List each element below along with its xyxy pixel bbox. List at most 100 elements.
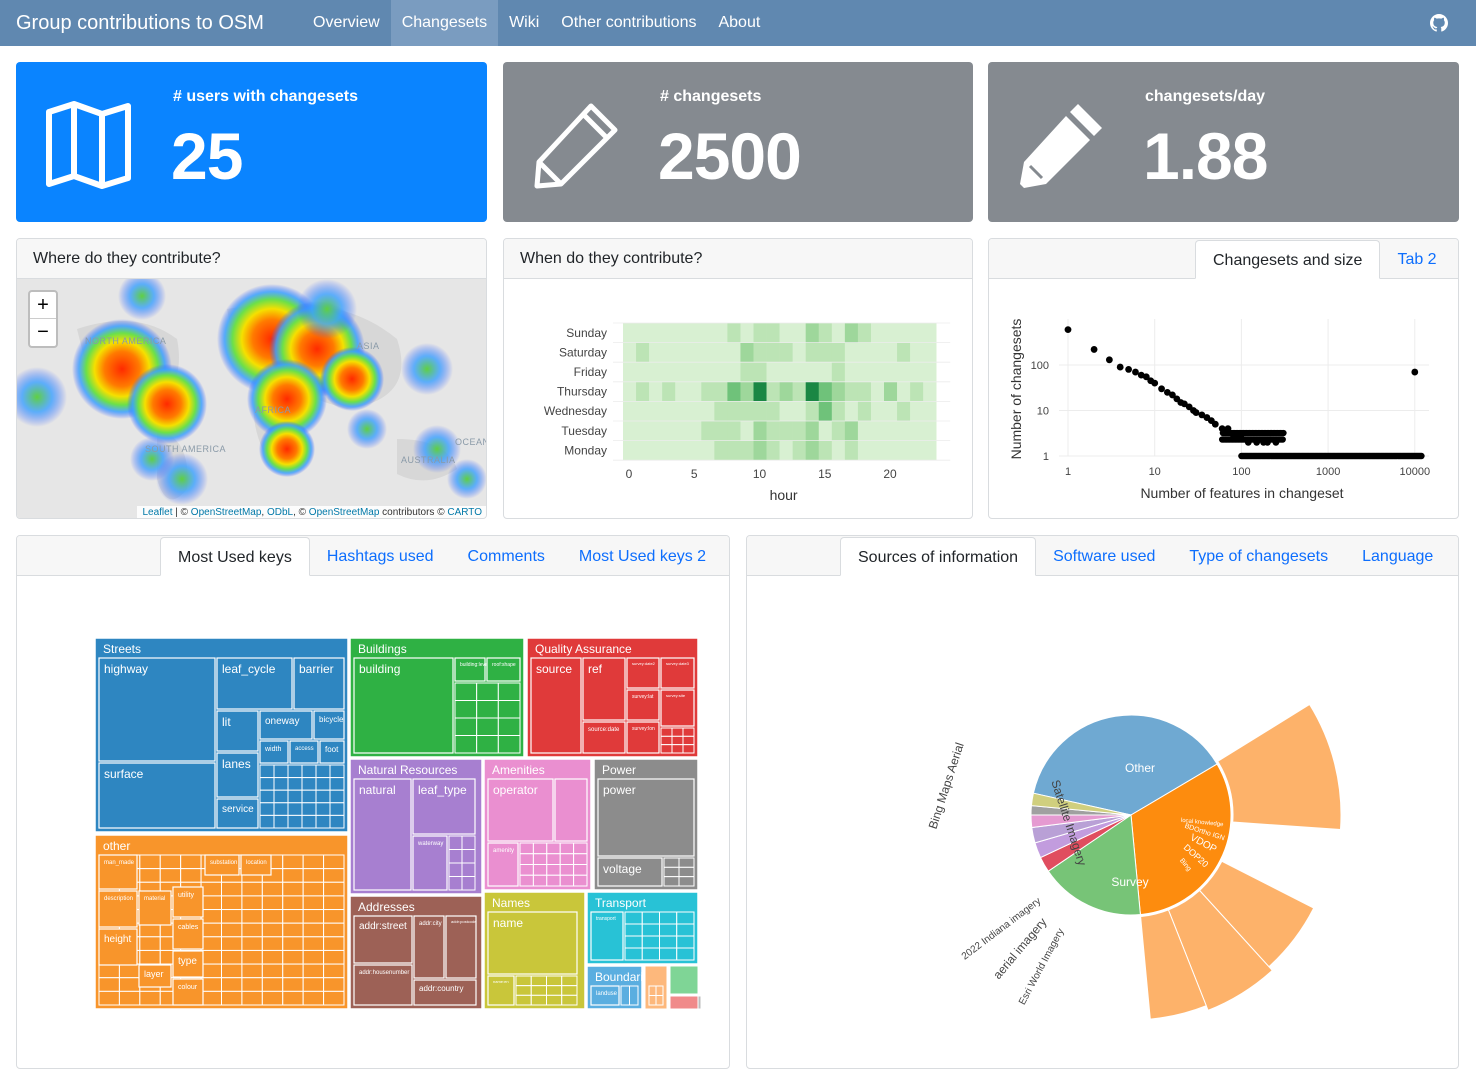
treemap-cell-label: type xyxy=(178,956,197,967)
heatmap-cell xyxy=(623,440,637,461)
treemap-cell xyxy=(573,864,588,876)
heatmap-cell xyxy=(844,421,859,441)
tab-most-used-keys-2[interactable]: Most Used keys 2 xyxy=(562,537,723,576)
tab-comments[interactable]: Comments xyxy=(451,537,562,576)
nav-overview[interactable]: Overview xyxy=(302,0,391,46)
attr-osm2-link[interactable]: OpenStreetMap xyxy=(309,507,380,518)
tab-sources-of-information[interactable]: Sources of information xyxy=(840,537,1037,576)
nav-changesets[interactable]: Changesets xyxy=(390,0,499,46)
heatmap-cell xyxy=(766,421,780,441)
tab-type-of-changesets[interactable]: Type of changesets xyxy=(1172,537,1345,576)
treemap-cell xyxy=(221,977,243,992)
treemap-cell-label: barrier xyxy=(299,662,334,676)
treemap-cell xyxy=(282,936,304,951)
treemap-group-label: Streets xyxy=(103,642,141,656)
heatmap-cell xyxy=(727,342,741,363)
heatmap-cell xyxy=(844,362,859,383)
treemap-cell xyxy=(682,727,695,737)
attr-sep: , © xyxy=(293,507,309,518)
treemap-cell xyxy=(559,864,575,876)
nav-about[interactable]: About xyxy=(707,0,771,46)
treemap-cell xyxy=(655,995,664,1006)
treemap-cell xyxy=(287,777,303,791)
heatmap-cell xyxy=(753,342,767,363)
treemap-cell xyxy=(530,975,547,987)
tab-language[interactable]: Language xyxy=(1345,537,1450,576)
heatmap-cell xyxy=(636,401,650,422)
when-panel-header: When do they contribute? xyxy=(504,239,972,279)
zoom-control: + − xyxy=(28,290,58,348)
heatmap-cell xyxy=(844,401,859,422)
scatter-x-tick: 10000 xyxy=(1400,466,1431,478)
scatter-point xyxy=(1211,420,1219,428)
treemap-cell xyxy=(676,923,695,937)
stat-per-day-value: 1.88 xyxy=(1143,119,1268,193)
heatmap-cell xyxy=(623,362,637,383)
tab-hashtags-used[interactable]: Hashtags used xyxy=(310,537,451,576)
treemap-cell-label: survey:lon xyxy=(632,726,655,732)
heatmap-cell xyxy=(805,440,820,461)
treemap-cell xyxy=(315,789,331,804)
treemap-cell xyxy=(261,963,284,979)
heatmap-day-label: Wednesday xyxy=(544,404,607,418)
treemap-cell xyxy=(302,854,325,870)
treemap-cell xyxy=(315,764,331,779)
tab-tab-2[interactable]: Tab 2 xyxy=(1380,240,1453,279)
heatmap-cell xyxy=(923,323,937,343)
zoom-out-button[interactable]: − xyxy=(30,319,56,346)
sunburst-label-bing-maps-aerial: Bing Maps Aerial xyxy=(926,741,967,831)
heatmap-cell xyxy=(753,381,767,402)
keys-panel-header: Most Used keys Hashtags used Comments Mo… xyxy=(17,536,729,576)
attr-osm-link[interactable]: OpenStreetMap xyxy=(191,507,262,518)
heatmap-cell xyxy=(779,440,793,461)
nav-wiki[interactable]: Wiki xyxy=(498,0,550,46)
heatmap-cell xyxy=(740,421,754,441)
treemap-cell xyxy=(476,717,499,736)
treemap-cell xyxy=(461,876,476,891)
treemap-cell xyxy=(559,842,575,855)
heatmap-cell xyxy=(884,342,898,363)
treemap-cell xyxy=(261,949,284,965)
tab-changesets-and-size[interactable]: Changesets and size xyxy=(1195,240,1381,279)
tab-most-used-keys[interactable]: Most Used keys xyxy=(160,537,310,576)
heatmap-cell xyxy=(701,342,715,363)
treemap-cell xyxy=(241,963,263,979)
treemap-cell xyxy=(497,717,521,736)
github-icon[interactable] xyxy=(1430,14,1448,32)
tab-software-used[interactable]: Software used xyxy=(1036,537,1172,576)
treemap-cell xyxy=(259,802,275,816)
heatmap-cell xyxy=(779,401,793,422)
hour-heatmap-chart: Sunday Saturday Friday Thursday Wednesday Tue… xyxy=(544,322,951,503)
attr-carto-link[interactable]: CARTO xyxy=(447,507,482,518)
treemap-group-label: Power xyxy=(602,763,636,777)
treemap-cell xyxy=(302,990,325,1006)
heatmap-cell xyxy=(636,421,650,441)
treemap-cell xyxy=(620,985,630,1006)
scatter-point xyxy=(1116,363,1124,371)
heatmap-cell xyxy=(701,421,715,441)
heatmap-cell xyxy=(740,440,754,461)
attr-leaflet-link[interactable]: Leaflet xyxy=(142,507,172,518)
heatmap-cell xyxy=(857,421,872,441)
treemap-cell xyxy=(497,700,521,719)
zoom-in-button[interactable]: + xyxy=(30,292,56,319)
attr-odbl-link[interactable]: ODbL xyxy=(267,507,293,518)
heatmap-cell xyxy=(818,421,833,441)
treemap-cell xyxy=(659,923,678,937)
treemap-cell xyxy=(282,909,304,924)
sunburst-outer-bing-maps-aerial xyxy=(1217,703,1342,831)
brand-title[interactable]: Group contributions to OSM xyxy=(16,12,302,35)
treemap-cell xyxy=(118,963,141,979)
nav-other-contributions[interactable]: Other contributions xyxy=(550,0,707,46)
treemap-cell xyxy=(561,994,578,1006)
heatmap-cell xyxy=(753,421,767,441)
stat-per-day-card: changesets/day 1.88 xyxy=(988,62,1459,222)
scatter-point xyxy=(1224,425,1232,433)
heatmap-cell xyxy=(649,381,663,402)
treemap-cell xyxy=(221,936,243,951)
heatmap-cell xyxy=(844,440,859,461)
treemap-cell xyxy=(448,876,463,891)
heatmap-cell xyxy=(779,421,793,441)
heatmap-cell xyxy=(688,362,702,383)
heat-map[interactable]: NORTH AMERICA ASIA AFRICA SOUTH AMERICA … xyxy=(17,279,486,518)
